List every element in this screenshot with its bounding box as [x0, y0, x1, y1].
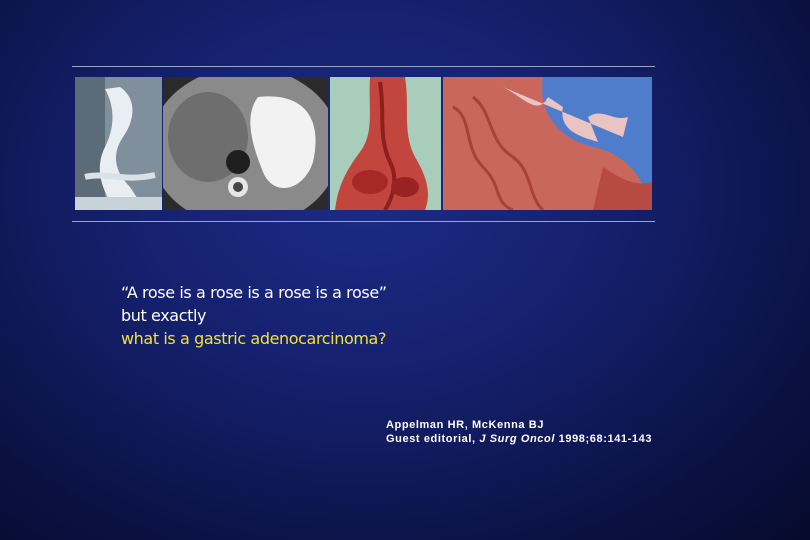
quote-line-3: what is a gastric adenocarcinoma? — [121, 329, 387, 348]
quote-block: “A rose is a rose is a rose is a rose” b… — [121, 281, 387, 350]
citation-prefix: Guest editorial, — [386, 433, 480, 445]
quote-line-2: but exactly — [121, 306, 207, 325]
quote-line-1: “A rose is a rose is a rose is a rose” — [121, 283, 387, 302]
top-divider — [72, 66, 655, 67]
ct-scan-image — [163, 77, 328, 210]
gross-specimen-image-1 — [330, 77, 441, 210]
citation-source: Guest editorial, J Surg Oncol 1998;68:14… — [386, 432, 652, 446]
citation-journal: J Surg Oncol — [479, 433, 555, 445]
citation-details: 1998;68:141-143 — [555, 433, 653, 445]
bottom-divider — [72, 221, 655, 222]
gross-specimen-image-2 — [443, 77, 652, 210]
citation-authors: Appelman HR, McKenna BJ — [386, 419, 545, 431]
barium-xray-image — [75, 77, 162, 210]
citation-block: Appelman HR, McKenna BJ Guest editorial,… — [386, 418, 652, 446]
